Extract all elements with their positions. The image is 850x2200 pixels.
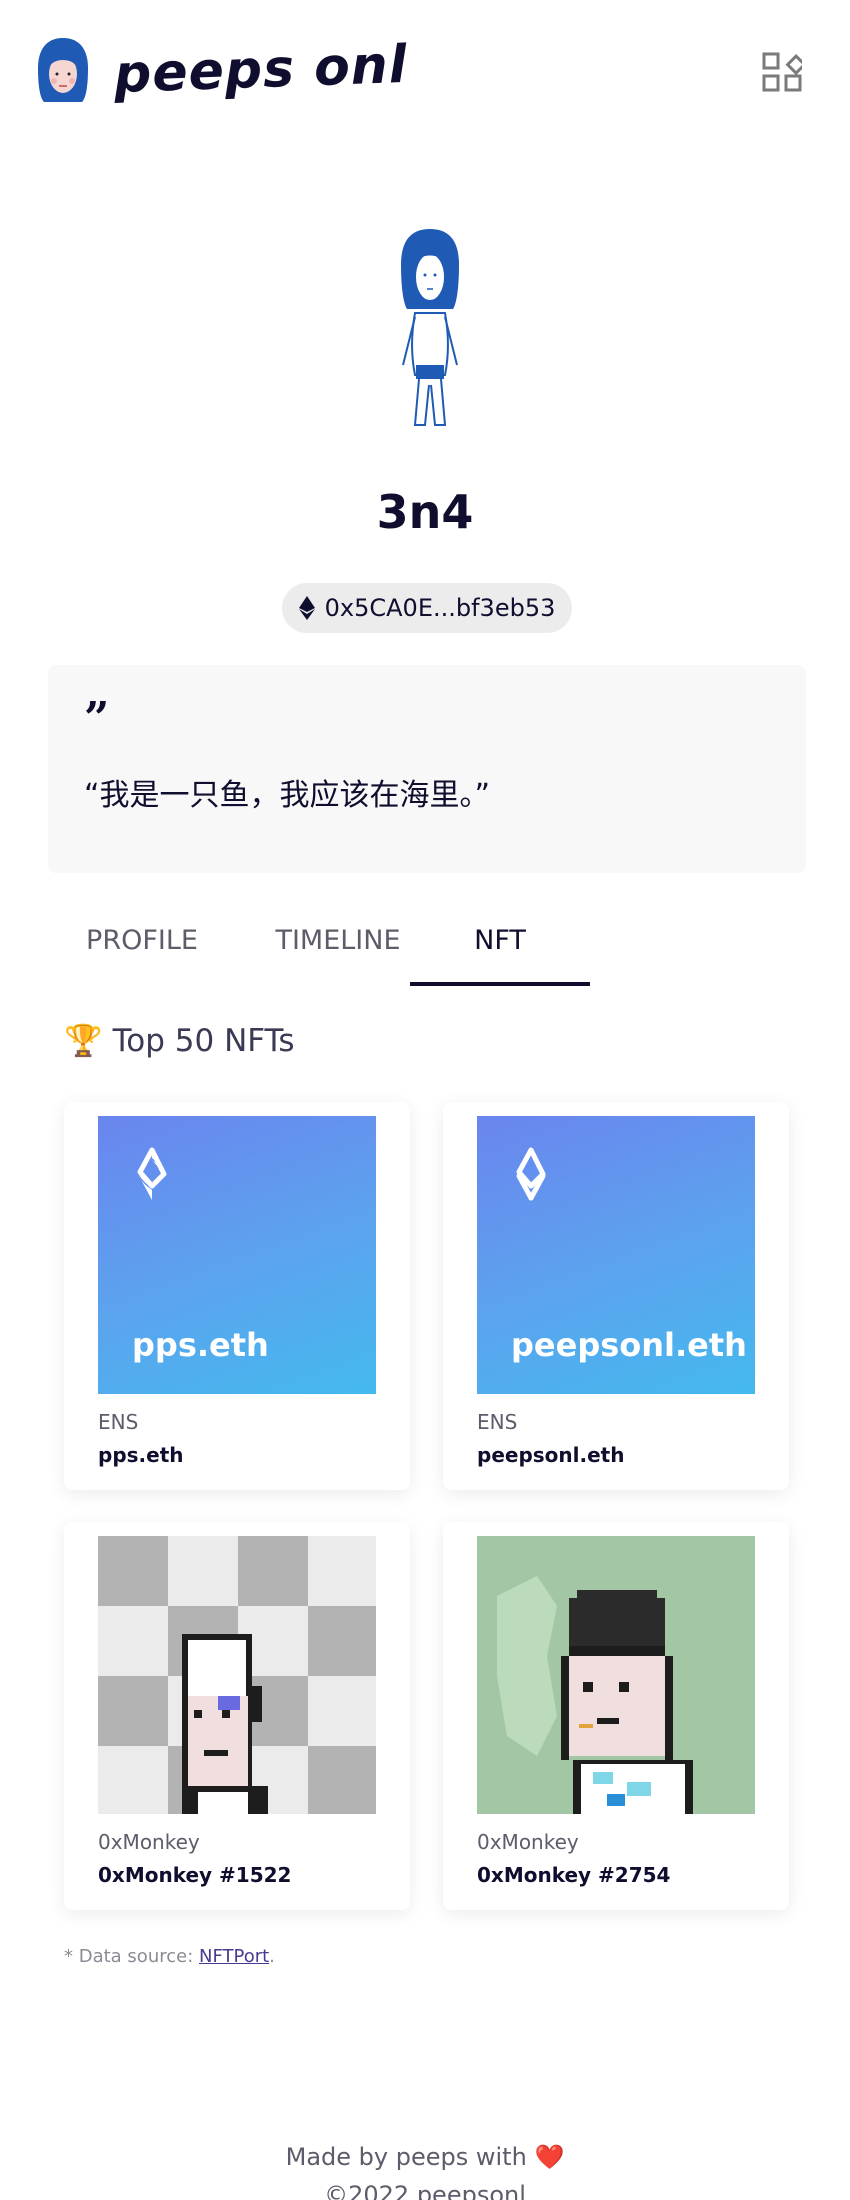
header: peeps onl	[0, 0, 850, 150]
nft-name: 0xMonkey #2754	[477, 1863, 671, 1887]
ens-image-name: peepsonl.eth	[511, 1326, 747, 1364]
ens-image-name: pps.eth	[132, 1326, 269, 1364]
tab-nft[interactable]: NFT	[410, 895, 590, 985]
nft-section-label: Top 50 NFTs	[112, 1022, 295, 1059]
pixel-monkey-image	[477, 1536, 755, 1814]
nft-card[interactable]: 0xMonkey 0xMonkey #2754	[443, 1522, 789, 1910]
data-source-suffix: .	[269, 1946, 275, 1967]
nft-image: pps.eth	[98, 1116, 376, 1394]
active-tab-indicator	[410, 982, 590, 986]
nft-image	[477, 1536, 755, 1814]
data-source-prefix: * Data source:	[64, 1946, 199, 1967]
nftport-link[interactable]: NFTPort	[199, 1946, 269, 1967]
nft-collection: ENS	[98, 1410, 139, 1434]
bio-card: ” “我是一只鱼，我应该在海里。”	[48, 665, 806, 873]
nft-card[interactable]: peepsonl.eth ENS peepsonl.eth	[443, 1102, 789, 1490]
data-source-note: * Data source: NFTPort.	[64, 1946, 275, 1967]
nft-name: 0xMonkey #1522	[98, 1863, 292, 1887]
nft-image	[98, 1536, 376, 1814]
footer-made-by: Made by peeps with ❤️	[0, 2138, 850, 2176]
ens-logo-icon	[516, 1147, 546, 1201]
apps-grid-icon[interactable]	[762, 52, 802, 92]
wallet-address-pill[interactable]: 0x5CA0E...bf3eb53	[282, 583, 572, 633]
nft-image: peepsonl.eth	[477, 1116, 755, 1394]
profile-tabs: PROFILE TIMELINE NFT	[48, 895, 806, 986]
pixel-monkey-image	[98, 1536, 376, 1814]
trophy-icon: 🏆	[64, 1023, 103, 1059]
nft-collection: 0xMonkey	[98, 1830, 200, 1854]
tab-timeline[interactable]: TIMELINE	[248, 895, 428, 985]
footer-made-by-text: Made by peeps with	[285, 2143, 527, 2171]
ens-logo-icon	[137, 1147, 167, 1200]
username: 3n4	[376, 485, 474, 539]
nft-collection: ENS	[477, 1410, 518, 1434]
tab-profile[interactable]: PROFILE	[72, 895, 212, 985]
nft-card[interactable]: pps.eth ENS pps.eth	[64, 1102, 410, 1490]
logo[interactable]: peeps onl	[34, 34, 409, 106]
nft-collection: 0xMonkey	[477, 1830, 579, 1854]
bio-text: “我是一只鱼，我应该在海里。”	[84, 778, 491, 813]
ethereum-icon	[298, 596, 315, 620]
nft-name: pps.eth	[98, 1443, 184, 1467]
brand-name: peeps onl	[113, 34, 409, 106]
nft-section-title: 🏆 Top 50 NFTs	[64, 1022, 295, 1060]
footer-copyright: ©2022 peepsonl	[324, 2181, 526, 2200]
heart-icon: ❤️	[534, 2143, 565, 2171]
quote-icon: ”	[84, 693, 110, 744]
peeps-logo-icon	[38, 38, 88, 102]
wallet-address: 0x5CA0E...bf3eb53	[324, 594, 556, 622]
nft-card[interactable]: 0xMonkey 0xMonkey #1522	[64, 1522, 410, 1910]
footer: Made by peeps with ❤️ ©2022 peepsonl	[0, 2138, 850, 2200]
nft-name: peepsonl.eth	[477, 1443, 625, 1467]
avatar	[401, 229, 459, 426]
